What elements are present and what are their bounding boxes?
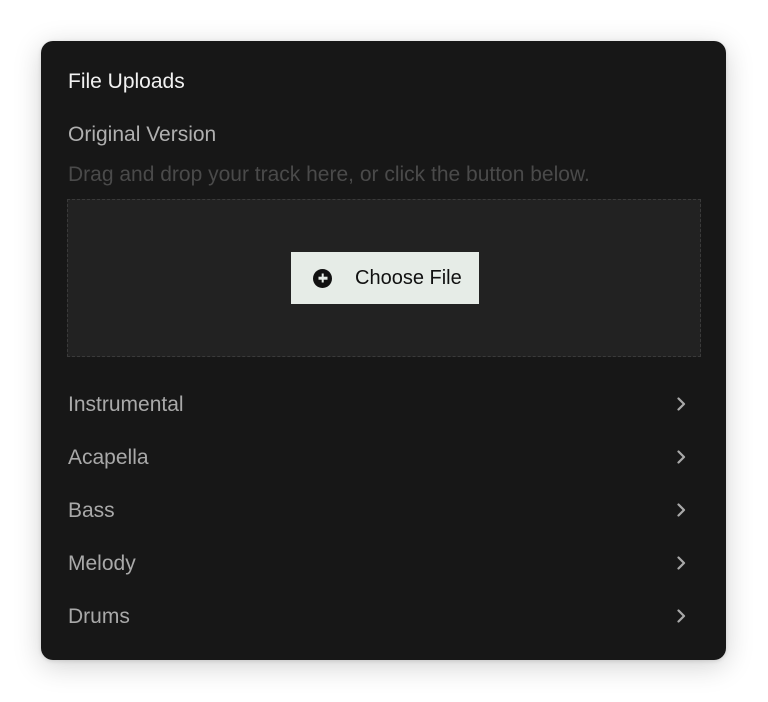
stem-item-label: Melody <box>68 552 136 575</box>
plus-circle-icon <box>313 268 332 288</box>
original-version-label: Original Version <box>68 123 217 146</box>
chevron-right-icon <box>677 503 686 517</box>
stem-item-label: Instrumental <box>68 393 184 416</box>
chevron-right-icon <box>677 609 686 623</box>
drop-hint-text: Drag and drop your track here, or click … <box>68 163 590 186</box>
stem-item-instrumental[interactable]: Instrumental <box>41 378 726 431</box>
choose-file-button[interactable]: Choose File <box>291 252 479 304</box>
stem-item-bass[interactable]: Bass <box>41 484 726 537</box>
stem-item-acapella[interactable]: Acapella <box>41 431 726 484</box>
chevron-right-icon <box>677 556 686 570</box>
stem-item-melody[interactable]: Melody <box>41 537 726 590</box>
stem-item-label: Drums <box>68 605 130 628</box>
panel-title: File Uploads <box>68 70 185 93</box>
chevron-right-icon <box>677 450 686 464</box>
file-uploads-panel: File Uploads Original Version Drag and d… <box>41 41 726 660</box>
chevron-right-icon <box>677 397 686 411</box>
stem-list: Instrumental Acapella Bass Melody Drums <box>41 378 726 643</box>
choose-file-label: Choose File <box>355 267 462 289</box>
file-dropzone[interactable]: Choose File <box>67 199 701 357</box>
stem-item-label: Acapella <box>68 446 149 469</box>
stem-item-drums[interactable]: Drums <box>41 590 726 643</box>
stem-item-label: Bass <box>68 499 115 522</box>
